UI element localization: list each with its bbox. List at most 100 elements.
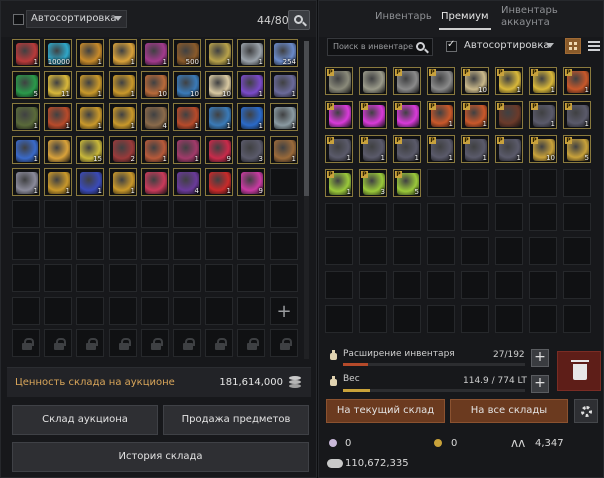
empty-slot[interactable] (325, 271, 353, 299)
empty-slot[interactable] (12, 200, 40, 228)
item-slot[interactable]: P1 (495, 135, 523, 163)
autosort-checkbox[interactable] (13, 14, 24, 25)
empty-slot[interactable] (563, 169, 591, 197)
sort-dropdown[interactable]: Автосортировка (26, 10, 127, 28)
storage-scrollbar-thumb[interactable] (304, 41, 309, 196)
empty-slot[interactable] (563, 237, 591, 265)
item-slot[interactable]: 1 (76, 168, 104, 196)
empty-slot[interactable] (205, 264, 233, 292)
item-slot[interactable]: 10 (205, 71, 233, 99)
add-weight-button[interactable]: + (531, 375, 549, 393)
empty-slot[interactable] (141, 264, 169, 292)
empty-slot[interactable] (427, 305, 455, 333)
empty-slot[interactable] (205, 297, 233, 325)
expand-inventory-button[interactable]: + (531, 349, 549, 367)
item-slot[interactable] (359, 67, 387, 95)
auction-storage-button[interactable]: Склад аукциона (12, 405, 158, 435)
item-slot[interactable]: P1 (325, 135, 353, 163)
empty-slot[interactable] (205, 200, 233, 228)
empty-slot[interactable] (325, 237, 353, 265)
item-slot[interactable]: 1 (76, 103, 104, 131)
list-view-icon[interactable] (588, 41, 600, 51)
item-slot[interactable]: 1 (237, 39, 265, 67)
empty-slot[interactable] (237, 200, 265, 228)
item-slot[interactable] (141, 168, 169, 196)
empty-slot[interactable] (529, 237, 557, 265)
item-slot[interactable]: P (325, 101, 353, 129)
empty-slot[interactable] (359, 237, 387, 265)
item-slot[interactable]: 9 (237, 168, 265, 196)
empty-slot[interactable] (461, 203, 489, 231)
item-slot[interactable]: 2 (109, 136, 137, 164)
item-slot[interactable]: 1 (109, 71, 137, 99)
item-slot[interactable]: P (393, 101, 421, 129)
item-slot[interactable]: P (427, 67, 455, 95)
item-slot[interactable]: 11 (44, 71, 72, 99)
item-slot[interactable]: P 10 (529, 135, 557, 163)
item-slot[interactable]: 1 (12, 39, 40, 67)
empty-slot[interactable] (529, 305, 557, 333)
item-slot[interactable]: P5 (563, 135, 591, 163)
item-slot[interactable]: P1 (529, 67, 557, 95)
empty-slot[interactable] (461, 169, 489, 197)
tab-account-inventory[interactable]: Инвентарь аккаунта (501, 5, 573, 29)
item-slot[interactable]: 1 (237, 103, 265, 131)
empty-slot[interactable] (495, 169, 523, 197)
item-slot[interactable]: 10000 (44, 39, 72, 67)
item-slot[interactable]: P1 (359, 135, 387, 163)
empty-slot[interactable] (270, 168, 298, 196)
item-slot[interactable]: 10 (173, 71, 201, 99)
empty-slot[interactable] (76, 232, 104, 260)
item-slot[interactable]: 1 (109, 168, 137, 196)
item-slot[interactable]: 5 (12, 71, 40, 99)
empty-slot[interactable] (12, 232, 40, 260)
empty-slot[interactable] (12, 264, 40, 292)
storage-scrollbar[interactable] (304, 41, 309, 359)
item-slot[interactable]: 1 (76, 71, 104, 99)
item-slot[interactable]: P5 (393, 169, 421, 197)
empty-slot[interactable] (12, 297, 40, 325)
settings-button[interactable] (574, 399, 598, 423)
item-slot[interactable]: 9 (205, 136, 233, 164)
empty-slot[interactable] (427, 203, 455, 231)
item-slot[interactable]: 500 (173, 39, 201, 67)
item-slot[interactable]: 1 (270, 103, 298, 131)
item-slot[interactable]: P1 (427, 135, 455, 163)
empty-slot[interactable] (109, 297, 137, 325)
item-slot[interactable]: 3 (237, 136, 265, 164)
empty-slot[interactable] (529, 169, 557, 197)
item-slot[interactable]: P1 (461, 135, 489, 163)
item-slot[interactable]: P1 (529, 101, 557, 129)
item-slot[interactable]: 4 (173, 168, 201, 196)
empty-slot[interactable] (141, 200, 169, 228)
empty-slot[interactable] (563, 271, 591, 299)
item-slot[interactable]: 1 (12, 103, 40, 131)
item-slot[interactable]: P (325, 67, 353, 95)
premium-sort-dropdown[interactable]: Автосортировка (459, 37, 559, 55)
empty-slot[interactable] (359, 305, 387, 333)
item-slot[interactable]: 1 (109, 39, 137, 67)
empty-slot[interactable] (44, 232, 72, 260)
item-slot[interactable]: 1 (237, 71, 265, 99)
empty-slot[interactable] (270, 200, 298, 228)
item-slot[interactable]: 1 (109, 103, 137, 131)
item-slot[interactable]: P 10 (461, 67, 489, 95)
item-slot[interactable]: 1 (173, 136, 201, 164)
item-slot[interactable]: P (393, 67, 421, 95)
item-slot[interactable]: 15 (76, 136, 104, 164)
item-slot[interactable]: 1 (270, 71, 298, 99)
item-slot[interactable]: 1 (270, 136, 298, 164)
item-slot[interactable]: 1 (141, 136, 169, 164)
to-current-storage-button[interactable]: На текущий склад (326, 399, 445, 423)
item-slot[interactable]: 1 (44, 103, 72, 131)
empty-slot[interactable] (461, 237, 489, 265)
empty-slot[interactable] (76, 200, 104, 228)
trash-button[interactable] (557, 351, 601, 391)
empty-slot[interactable] (109, 232, 137, 260)
empty-slot[interactable] (325, 203, 353, 231)
empty-slot[interactable] (359, 203, 387, 231)
item-slot[interactable]: P1 (325, 169, 353, 197)
empty-slot[interactable] (393, 271, 421, 299)
sell-items-button[interactable]: Продажа предметов (163, 405, 309, 435)
empty-slot[interactable] (427, 169, 455, 197)
